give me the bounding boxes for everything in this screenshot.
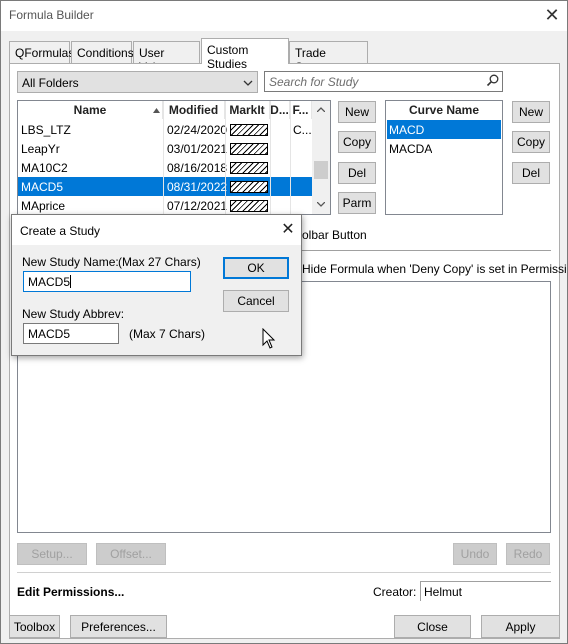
divider [302, 250, 551, 251]
column-header-f[interactable]: F... [290, 101, 312, 119]
study-name-label: New Study Name: [22, 255, 119, 269]
markit-swatch [230, 143, 268, 155]
divider [17, 572, 551, 573]
study-parm-button[interactable]: Parm [338, 192, 376, 214]
dialog-title: Create a Study [20, 224, 101, 238]
curve-table[interactable]: Curve Name MACD MACDA [385, 100, 503, 215]
row-modified: 08/31/2022 [167, 180, 228, 194]
study-del-button[interactable]: Del [338, 162, 376, 184]
column-header-markit[interactable]: MarkIt [225, 101, 270, 119]
offset-button[interactable]: Offset... [96, 543, 166, 565]
markit-swatch [230, 162, 268, 174]
study-table-scrollbar[interactable] [312, 101, 330, 214]
tab-user-values[interactable]: User Values [133, 41, 200, 74]
preferences-button[interactable]: Preferences... [70, 615, 167, 638]
markit-swatch [230, 124, 268, 136]
search-icon[interactable] [486, 74, 499, 87]
tab-qformulas[interactable]: QFormulas [9, 41, 74, 63]
close-button[interactable]: Close [394, 615, 471, 638]
undo-button[interactable]: Undo [453, 543, 497, 565]
toolbox-button[interactable]: Toolbox [9, 615, 60, 638]
search-input[interactable]: Search for Study [264, 71, 503, 92]
row-name: LeapYr [21, 142, 60, 156]
row-name: MAprice [21, 199, 66, 213]
toolbar-button-label: olbar Button [302, 228, 367, 242]
study-abbrev-label: New Study Abbrev: [22, 307, 125, 321]
table-row-selected[interactable]: MACD5 08/31/2022 [18, 177, 312, 196]
curve-row-selected[interactable]: MACD [387, 120, 501, 139]
search-placeholder: Search for Study [269, 74, 359, 89]
row-modified: 08/16/2018 [167, 161, 228, 175]
study-abbrev-input[interactable]: MACD5 [23, 323, 119, 344]
text-caret [70, 275, 72, 288]
column-header-d[interactable]: D... [270, 101, 290, 119]
apply-button[interactable]: Apply [481, 615, 560, 638]
study-table[interactable]: Name Modified MarkIt D... F... LBS_LTZ 0… [17, 100, 331, 215]
table-row[interactable]: LBS_LTZ 02/24/2020 C... [18, 120, 312, 139]
scroll-thumb[interactable] [314, 161, 328, 179]
window-title: Formula Builder [9, 8, 94, 22]
row-name: MA10C2 [21, 161, 68, 175]
curve-new-button[interactable]: New [512, 101, 550, 123]
grid-line [163, 101, 164, 214]
table-row[interactable]: LeapYr 03/01/2021 [18, 139, 312, 158]
row-modified: 02/24/2020 [167, 123, 228, 137]
row-name: MACD5 [21, 180, 64, 194]
sort-ascending-icon [153, 108, 160, 113]
redo-button[interactable]: Redo [506, 543, 550, 565]
study-name-value: MACD5 [28, 274, 71, 289]
tab-custom-studies[interactable]: Custom Studies [201, 38, 289, 71]
hide-formula-label[interactable]: Hide Formula when 'Deny Copy' is set in … [302, 262, 568, 276]
mouse-cursor-icon [262, 328, 276, 349]
row-modified: 03/01/2021 [167, 142, 228, 156]
row-f: C... [293, 123, 312, 137]
markit-swatch [230, 181, 268, 193]
folder-dropdown-value: All Folders [22, 76, 79, 90]
table-row[interactable]: MAprice 07/12/2021 [18, 196, 312, 215]
curve-row[interactable]: MACDA [387, 139, 501, 158]
grid-line [225, 101, 226, 214]
creator-field[interactable]: Helmut [420, 581, 551, 601]
dialog-close-icon[interactable]: ✕ [278, 220, 298, 240]
edit-permissions-link[interactable]: Edit Permissions... [17, 585, 124, 599]
tab-trade-systems[interactable]: Trade Systems [289, 41, 368, 74]
study-abbrev-hint: (Max 7 Chars) [129, 327, 206, 341]
study-abbrev-value: MACD5 [28, 326, 71, 341]
curve-del-button[interactable]: Del [512, 162, 550, 184]
folder-dropdown[interactable]: All Folders [17, 71, 258, 93]
column-header-curve-name[interactable]: Curve Name [386, 101, 502, 119]
curve-row-label: MACD [389, 123, 425, 137]
grid-line [290, 101, 291, 214]
study-copy-button[interactable]: Copy [338, 131, 376, 153]
row-name: LBS_LTZ [21, 123, 71, 137]
column-header-modified[interactable]: Modified [163, 101, 225, 119]
creator-value: Helmut [424, 585, 463, 599]
ok-button[interactable]: OK [223, 257, 289, 279]
cancel-button[interactable]: Cancel [223, 290, 289, 312]
close-icon[interactable]: ✕ [541, 4, 563, 26]
grid-line [270, 101, 271, 214]
create-study-dialog: Create a Study ✕ New Study Name: (Max 27… [11, 214, 302, 356]
row-modified: 07/12/2021 [167, 199, 228, 213]
markit-swatch [230, 200, 268, 212]
scroll-down-icon[interactable] [317, 202, 325, 207]
creator-label: Creator: [373, 585, 417, 599]
setup-button[interactable]: Setup... [17, 543, 87, 565]
study-name-input[interactable]: MACD5 [23, 271, 191, 292]
tab-conditions[interactable]: Conditions [71, 41, 134, 63]
table-row[interactable]: MA10C2 08/16/2018 [18, 158, 312, 177]
study-new-button[interactable]: New [338, 101, 376, 123]
column-header-name[interactable]: Name [18, 101, 163, 119]
study-name-hint: (Max 27 Chars) [118, 255, 201, 269]
curve-copy-button[interactable]: Copy [512, 131, 550, 153]
scroll-up-icon[interactable] [317, 107, 325, 112]
curve-row-label: MACDA [389, 142, 433, 156]
chevron-down-icon [243, 80, 253, 86]
